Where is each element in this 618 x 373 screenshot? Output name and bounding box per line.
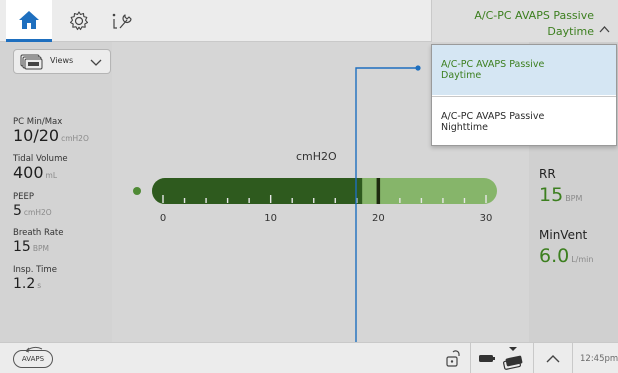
monitor-minvent-value: 6.0 L/min (539, 245, 594, 267)
param-tidal-volume[interactable]: Tidal Volume 400 mL (13, 154, 68, 185)
param-unit: cmH2O (23, 208, 52, 217)
battery-icon[interactable] (478, 353, 496, 364)
bottom-bar: AVAPS 12:45pm (0, 342, 618, 373)
param-value: 400 mL (13, 163, 58, 182)
param-breath-rate[interactable]: Breath Rate 15 BPM (13, 228, 64, 258)
param-value: 1.2 s (13, 276, 42, 292)
avaps-arrow-icon (25, 346, 43, 353)
unlock-icon[interactable] (445, 350, 461, 368)
param-value: 10/20 cmH2O (13, 126, 89, 145)
param-value: 15 BPM (13, 239, 49, 255)
divider (470, 343, 471, 373)
gear-icon (69, 11, 89, 31)
param-label: Insp. Time (13, 265, 57, 275)
pressure-bar: 0 10 20 30 (133, 178, 497, 224)
dropdown-option-daytime[interactable]: A/C-PC AVAPS Passive Daytime (432, 45, 616, 95)
home-icon (19, 10, 39, 29)
option-line2: Daytime (441, 70, 482, 81)
monitor-rr-value: 15 BPM (539, 184, 583, 206)
mode-preset-dropdown: A/C-PC AVAPS Passive Daytime A/C-PC AVAP… (431, 44, 617, 146)
mode-selector-button[interactable]: A/C-PC AVAPS Passive Daytime (431, 0, 618, 42)
wrench-icon (112, 13, 132, 29)
pressure-indicator-dot (133, 187, 141, 195)
pressure-tick-label: 20 (372, 213, 385, 224)
param-unit: BPM (32, 244, 49, 253)
monitor-minvent-label: MinVent (539, 228, 588, 242)
option-line2: Nighttime (441, 122, 488, 133)
tab-settings[interactable] (58, 0, 100, 42)
clock-time: 12:45pm (580, 354, 618, 364)
monitor-rr-label: RR (539, 167, 556, 181)
param-value: 5 cmH2O (13, 203, 52, 219)
pressure-tick-label: 0 (160, 213, 166, 224)
mode-name: A/C-PC AVAPS Passive (474, 9, 594, 22)
option-line1: A/C-PC AVAPS Passive (441, 111, 545, 122)
monitor-unit: BPM (565, 194, 583, 203)
battery-stack-icon[interactable] (501, 344, 525, 372)
param-insp-time[interactable]: Insp. Time 1.2 s (13, 265, 57, 295)
views-dropdown[interactable]: Views (13, 49, 111, 74)
param-pc-minmax[interactable]: PC Min/Max 10/20 cmH2O (13, 117, 89, 148)
top-bar: A/C-PC AVAPS Passive Daytime (0, 0, 618, 42)
chevron-up-icon (599, 26, 610, 33)
views-icon (20, 54, 43, 70)
views-label: Views (50, 56, 74, 65)
mode-preset: Daytime (547, 25, 594, 38)
tab-tools[interactable] (102, 0, 144, 42)
divider (533, 343, 534, 373)
monitor-unit: L/min (571, 255, 594, 264)
chevron-up-icon[interactable] (546, 354, 560, 363)
option-line1: A/C-PC AVAPS Passive (441, 59, 545, 70)
param-peep[interactable]: PEEP 5 cmH2O (13, 192, 52, 222)
param-unit: mL (45, 171, 58, 180)
pressure-tick-label: 30 (480, 213, 493, 224)
chevron-down-icon (90, 59, 102, 66)
pressure-bar-fill (152, 178, 363, 204)
param-unit: s (37, 281, 42, 290)
pressure-unit-label: cmH2O (296, 150, 337, 163)
dropdown-option-nighttime[interactable]: A/C-PC AVAPS Passive Nighttime (432, 96, 616, 146)
pressure-tick-label: 10 (264, 213, 277, 224)
param-label: PEEP (13, 192, 34, 202)
pressure-limit-marker (376, 178, 381, 204)
tab-home[interactable] (6, 0, 52, 42)
param-label: Breath Rate (13, 228, 64, 238)
divider (572, 343, 573, 373)
param-unit: cmH2O (61, 134, 89, 143)
